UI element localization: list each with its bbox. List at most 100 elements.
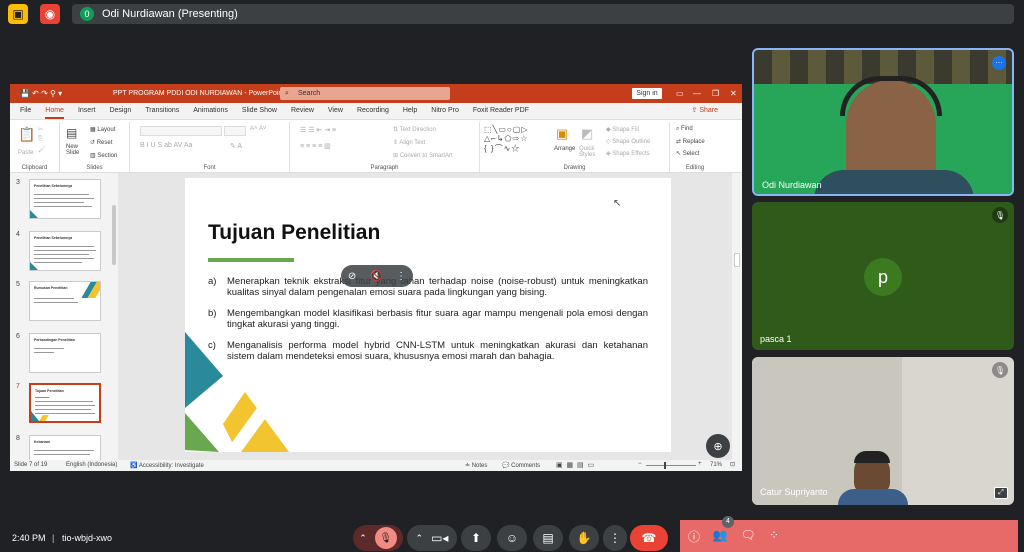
camera-icon[interactable]: ▭◂ bbox=[431, 531, 448, 545]
quick-styles-label[interactable]: Quick Styles bbox=[579, 146, 601, 158]
close-icon[interactable]: ✕ bbox=[730, 89, 737, 98]
select-button[interactable]: ↖ Select bbox=[676, 150, 699, 157]
zoom-slider[interactable] bbox=[646, 462, 696, 469]
shape-fill-button[interactable]: ◆ Shape Fill bbox=[606, 126, 639, 133]
tab-view[interactable]: View bbox=[328, 103, 343, 119]
captions-button[interactable]: ▤ bbox=[533, 525, 563, 551]
font-color-icons[interactable]: ✎ A bbox=[230, 142, 242, 150]
more-options-icon[interactable]: ⋮ bbox=[396, 271, 406, 282]
editing-group: ⌕ Find ⇄ Replace ↖ Select Editing bbox=[670, 122, 720, 172]
chat-icon[interactable]: 🗨 bbox=[738, 528, 758, 542]
mic-muted-icon[interactable]: 🎙 bbox=[374, 527, 397, 549]
tab-recording[interactable]: Recording bbox=[357, 103, 389, 119]
present-button[interactable]: ⬆ bbox=[461, 525, 491, 551]
chevron-up-icon[interactable]: ⌃ bbox=[359, 533, 367, 544]
layout-button[interactable]: ▦ Layout bbox=[90, 126, 115, 133]
fit-slide-icon[interactable]: ⊡ bbox=[730, 461, 735, 468]
tab-design[interactable]: Design bbox=[109, 103, 131, 119]
tab-nitro[interactable]: Nitro Pro bbox=[431, 103, 459, 119]
accessibility-button[interactable]: ♿ Accessibility: Investigate bbox=[130, 462, 204, 469]
ribbon-display-icon[interactable]: ▭ bbox=[676, 89, 684, 98]
zoom-out-icon[interactable]: − bbox=[638, 461, 642, 467]
tab-animations[interactable]: Animations bbox=[193, 103, 228, 119]
mute-presentation-icon[interactable]: 🔇 bbox=[370, 271, 382, 282]
tab-file[interactable]: File bbox=[20, 103, 31, 119]
font-grow-icon[interactable]: A˄ A˅ bbox=[250, 126, 266, 132]
thumbnail-scrollbar[interactable] bbox=[111, 173, 117, 460]
thumbnail-slide[interactable]: Rumusan Penelitian bbox=[29, 281, 101, 321]
slide-canvas[interactable]: Tujuan Penelitian a) Menerapkan teknik e… bbox=[185, 178, 671, 452]
more-options-button[interactable]: ⋮ bbox=[603, 525, 627, 551]
tab-home[interactable]: Home bbox=[45, 103, 64, 119]
section-button[interactable]: ▥ Section bbox=[90, 152, 117, 159]
replace-button[interactable]: ⇄ Replace bbox=[676, 138, 705, 145]
search-box[interactable]: ⌕ Search bbox=[280, 87, 450, 100]
align-text-button[interactable]: ⇕ Align Text bbox=[393, 139, 425, 146]
tab-insert[interactable]: Insert bbox=[78, 103, 96, 119]
comments-button[interactable]: 💬 Comments bbox=[502, 462, 540, 469]
reset-button[interactable]: ↺ Reset bbox=[90, 139, 112, 146]
paste-label[interactable]: Paste bbox=[18, 150, 33, 156]
new-slide-icon[interactable]: ▤ bbox=[66, 126, 77, 140]
emoji-button[interactable]: ☺ bbox=[497, 525, 527, 551]
zoom-in-icon[interactable]: ⊕ bbox=[706, 434, 730, 458]
quick-styles-icon[interactable]: ◩ bbox=[581, 126, 593, 142]
cut-icon[interactable]: ✂ bbox=[38, 126, 43, 133]
minimize-icon[interactable]: — bbox=[693, 89, 701, 98]
mic-button[interactable]: ⌃ 🎙 bbox=[353, 525, 403, 551]
text-direction-button[interactable]: ⇅ Text Direction bbox=[393, 126, 436, 133]
camera-button[interactable]: ⌃ ▭◂ bbox=[407, 525, 457, 551]
language[interactable]: English (Indonesia) bbox=[66, 462, 117, 468]
activities-icon[interactable]: ⁘ bbox=[764, 528, 784, 542]
notes-button[interactable]: ≐ Notes bbox=[465, 462, 487, 469]
format-painter-icon[interactable]: 🖌 bbox=[38, 146, 46, 153]
paste-icon[interactable]: 📋 bbox=[18, 126, 35, 143]
zoom-in-small-icon[interactable]: + bbox=[698, 461, 702, 467]
align-icons[interactable]: ≡ ≡ ≡ ≡ ▥ bbox=[300, 142, 331, 150]
shapes-gallery[interactable]: ⬚╲▭○▢▷ △⌐↳⬠⇨☆{ }⌒∿☆ bbox=[484, 125, 528, 154]
participant-tile[interactable]: p 🎙 pasca 1 bbox=[752, 202, 1014, 350]
slide-scrollbar[interactable] bbox=[732, 173, 742, 460]
copy-icon[interactable]: ⎘ bbox=[38, 136, 43, 143]
zoom-level[interactable]: 71% bbox=[710, 462, 722, 468]
font-size-select[interactable] bbox=[224, 126, 246, 136]
thumbnail-slide[interactable]: Penelitian Sebelumnya bbox=[29, 179, 101, 219]
accessibility-label: Accessibility: Investigate bbox=[138, 463, 204, 469]
list-icons[interactable]: ☰ ☰ ⇤ ⇥ ≡ bbox=[300, 126, 336, 134]
thumbnail-slide[interactable]: Penelitian Sebelumnya bbox=[29, 231, 101, 271]
share-button[interactable]: ⇪ Share bbox=[692, 103, 733, 119]
chevron-up-icon[interactable]: ⌃ bbox=[416, 533, 424, 544]
shape-effects-button[interactable]: ◈ Shape Effects bbox=[606, 150, 650, 157]
unpin-icon[interactable]: ⊘ bbox=[348, 271, 356, 282]
new-slide-label[interactable]: New Slide bbox=[66, 144, 86, 156]
no-caption-icon[interactable]: ▣ bbox=[8, 4, 28, 24]
signin-button[interactable]: Sign in bbox=[632, 88, 662, 99]
info-icon[interactable]: ⓘ bbox=[684, 528, 704, 545]
thumbnail-slide-selected[interactable]: Tujuan Penelitian bbox=[29, 383, 101, 423]
thumbnail-slide[interactable]: Perbandingan Penelitian bbox=[29, 333, 101, 373]
smartart-button[interactable]: ⊞ Convert to SmartArt bbox=[393, 152, 453, 159]
tab-transitions[interactable]: Transitions bbox=[145, 103, 179, 119]
participant-tile[interactable]: 🎙 ⤢ Catur Supriyanto bbox=[752, 357, 1014, 505]
view-icons[interactable]: ▣ ▦ ▤ ▭ bbox=[556, 461, 594, 469]
tab-review[interactable]: Review bbox=[291, 103, 314, 119]
shape-outline-button[interactable]: ◇ Shape Outline bbox=[606, 138, 650, 145]
slide-thumbnails[interactable]: 3 Penelitian Sebelumnya 4 Penelitian Seb… bbox=[10, 173, 118, 471]
record-icon[interactable]: ◉ bbox=[40, 4, 60, 24]
maximize-icon[interactable]: ❐ bbox=[712, 89, 719, 98]
font-name-select[interactable] bbox=[140, 126, 222, 136]
arrange-icon[interactable]: ▣ bbox=[556, 126, 568, 142]
people-icon[interactable]: 👥 bbox=[710, 528, 730, 542]
quick-access-icons[interactable]: 💾 ↶ ↷ ⚲ ▾ bbox=[20, 89, 62, 98]
find-button[interactable]: ⌕ Find bbox=[676, 126, 693, 133]
raise-hand-button[interactable]: ✋ bbox=[569, 525, 599, 551]
participant-name: Odi Nurdiawan bbox=[762, 180, 822, 190]
tab-help[interactable]: Help bbox=[403, 103, 417, 119]
font-style-icons[interactable]: B I U S ab AV Aa bbox=[140, 142, 192, 149]
tab-foxit[interactable]: Foxit Reader PDF bbox=[473, 103, 529, 119]
pip-icon[interactable]: ⤢ bbox=[994, 487, 1008, 499]
leave-call-button[interactable]: ☎ bbox=[630, 525, 668, 551]
arrange-label[interactable]: Arrange bbox=[554, 146, 575, 152]
tab-slideshow[interactable]: Slide Show bbox=[242, 103, 277, 119]
participant-tile-speaker[interactable]: ⋯ Odi Nurdiawan bbox=[752, 48, 1014, 196]
